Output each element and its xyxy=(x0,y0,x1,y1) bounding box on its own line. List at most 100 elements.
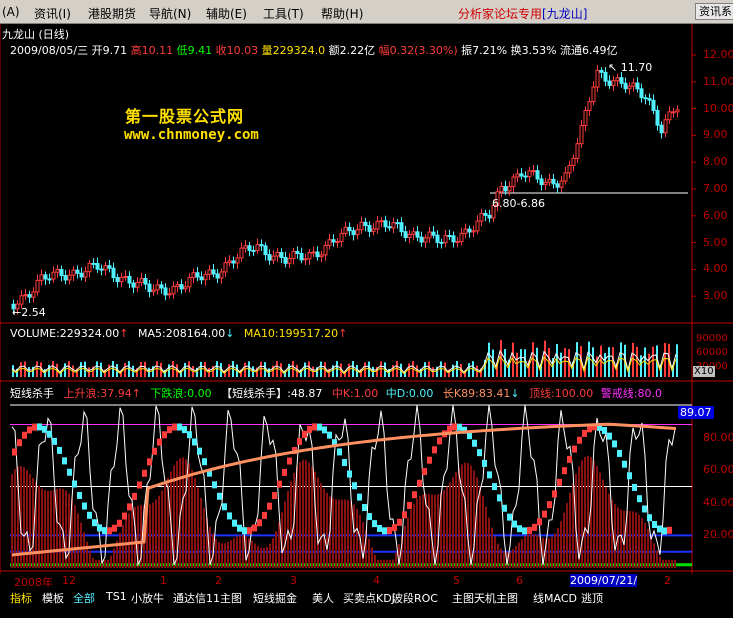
candle-body xyxy=(655,109,660,126)
staircase-block xyxy=(317,423,322,431)
bottom-tab[interactable]: 小放牛 xyxy=(131,590,164,606)
staircase-block xyxy=(167,426,172,434)
candle-body xyxy=(351,230,356,236)
staircase-block xyxy=(652,520,657,528)
volume-bar xyxy=(372,366,374,377)
staircase-block xyxy=(382,527,387,535)
bottom-tab[interactable]: 美人 xyxy=(312,590,334,606)
staircase-block xyxy=(242,527,247,535)
candle-body xyxy=(559,180,564,188)
candle-body xyxy=(155,284,160,291)
staircase-block xyxy=(87,511,92,519)
candle-body xyxy=(275,252,280,257)
staircase-block xyxy=(147,458,152,466)
staircase-block xyxy=(37,423,42,431)
bottom-tab[interactable]: 买卖点KDJ xyxy=(343,590,395,606)
volume-bar xyxy=(36,361,38,377)
staircase-block xyxy=(217,492,222,500)
candle-body xyxy=(503,185,508,192)
candle-body xyxy=(591,86,596,103)
candle-body xyxy=(347,226,352,232)
candle-body xyxy=(391,222,396,229)
staircase-block xyxy=(237,524,242,532)
candle-body xyxy=(67,274,72,281)
candle-body xyxy=(647,98,652,101)
staircase-block xyxy=(337,448,342,456)
staircase-block xyxy=(527,526,532,534)
candle-body xyxy=(599,69,604,73)
candle-body xyxy=(359,221,364,231)
staircase-block xyxy=(122,512,127,520)
candle-body xyxy=(247,245,252,251)
candle-body xyxy=(251,249,256,252)
price-axis-label: 7.00 xyxy=(703,182,728,195)
bottom-tab[interactable]: 模板 xyxy=(42,590,64,606)
staircase-block xyxy=(422,468,427,476)
volume-bar xyxy=(288,363,290,377)
candle-body xyxy=(291,250,296,259)
candle-body xyxy=(219,271,224,279)
candle-body xyxy=(411,231,416,235)
level-label: 6.80-6.86 xyxy=(492,197,545,210)
staircase-block xyxy=(472,439,477,447)
redaction-box xyxy=(200,288,496,316)
candle-body xyxy=(443,235,448,244)
candle-body xyxy=(311,251,316,254)
candle-body xyxy=(139,278,144,283)
candle-body xyxy=(643,97,648,100)
indicator-axis-label: 40.00 xyxy=(703,495,733,509)
candle-body xyxy=(131,282,136,288)
staircase-block xyxy=(212,481,217,489)
staircase-block xyxy=(277,480,282,488)
staircase-block xyxy=(302,430,307,438)
volume-bar xyxy=(576,342,578,377)
bottom-tab[interactable]: 波段ROC xyxy=(392,590,438,606)
bottom-tab[interactable]: 通达信11主图 xyxy=(173,590,242,606)
time-axis-label: 5 xyxy=(453,574,460,587)
volume-bar xyxy=(260,361,262,377)
candle-body xyxy=(43,274,48,280)
volume-bar xyxy=(620,342,622,377)
staircase-block xyxy=(32,423,37,431)
volume-bar xyxy=(28,367,30,377)
staircase-block xyxy=(42,425,47,433)
candle-body xyxy=(171,285,176,295)
candle-body xyxy=(511,176,516,188)
bottom-tab[interactable]: 指标 xyxy=(10,590,32,606)
volume-axis-label: 90000 xyxy=(696,333,728,344)
staircase-block xyxy=(402,511,407,519)
staircase-block xyxy=(347,470,352,478)
volume-bar xyxy=(516,352,518,377)
price-axis-label: 4.00 xyxy=(703,262,728,276)
down-wave-readout: 下跌浪:0.00 xyxy=(150,387,212,400)
candle-body xyxy=(463,228,468,234)
bottom-tab[interactable]: TS1 xyxy=(106,590,127,603)
staircase-block xyxy=(92,519,97,527)
bottom-tab[interactable]: 主图天机主图 xyxy=(452,590,518,606)
volume-bar xyxy=(64,363,66,377)
bottom-tab[interactable]: 全部 xyxy=(73,590,95,606)
staircase-block xyxy=(307,425,312,433)
price-axis-label: 3.00 xyxy=(703,289,728,303)
candle-body xyxy=(567,164,572,174)
staircase-block xyxy=(667,526,672,534)
staircase-block xyxy=(137,481,142,489)
candle-body xyxy=(471,230,476,233)
staircase-block xyxy=(262,511,267,519)
staircase-block xyxy=(557,478,562,486)
candle-body xyxy=(551,178,556,185)
candle-body xyxy=(211,269,216,275)
candle-body xyxy=(519,173,524,177)
bottom-tab[interactable]: 逃顶 xyxy=(581,590,603,606)
candle-body xyxy=(547,178,552,183)
staircase-block xyxy=(272,492,277,500)
indicator-name[interactable]: 短线杀手 xyxy=(10,387,54,400)
candle-body xyxy=(51,271,56,280)
bottom-tab[interactable]: 线MACD xyxy=(533,590,577,606)
candle-body xyxy=(555,183,560,188)
bottom-tab[interactable]: 短线掘金 xyxy=(253,590,297,606)
time-axis-end-label: 2 xyxy=(664,574,671,587)
time-axis-label: 1 xyxy=(160,574,167,587)
volume-bar xyxy=(440,361,442,377)
candle-body xyxy=(135,281,140,288)
